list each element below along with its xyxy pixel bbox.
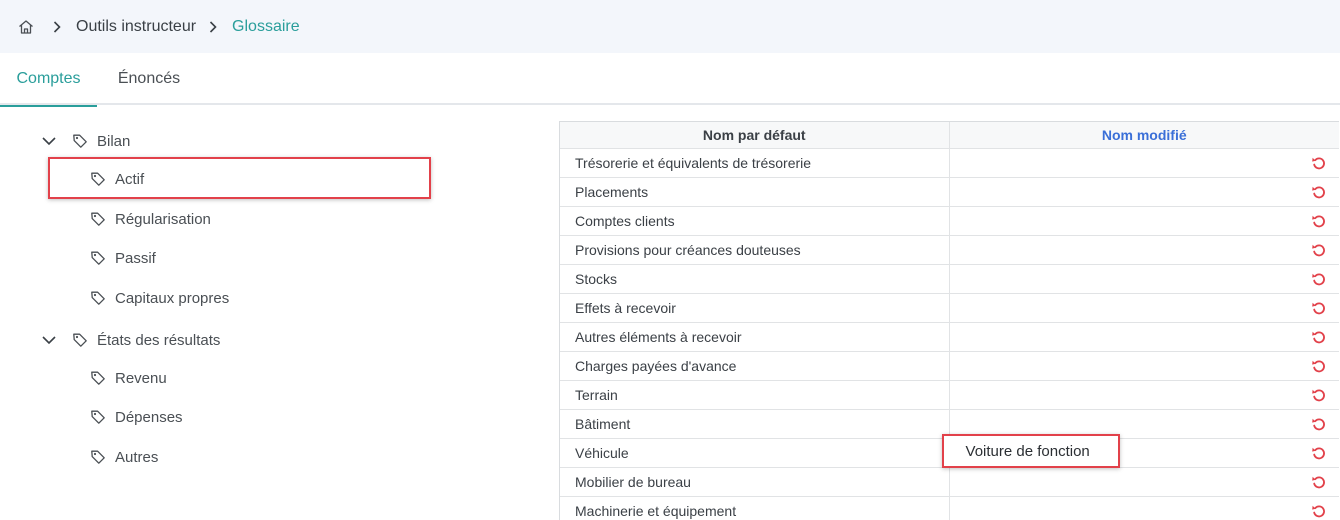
tab-bar: Comptes Énoncés bbox=[0, 53, 1340, 107]
modified-name-input[interactable]: Voiture de fonction bbox=[941, 434, 1120, 468]
undo-icon[interactable] bbox=[1311, 503, 1327, 519]
undo-icon[interactable] bbox=[1311, 213, 1327, 229]
modified-name-cell[interactable]: Voiture de fonction bbox=[941, 434, 1339, 468]
modified-name-cell[interactable] bbox=[950, 468, 1339, 496]
tag-icon bbox=[72, 133, 89, 150]
tree-group-label: États des résultats bbox=[97, 331, 221, 349]
undo-icon[interactable] bbox=[1311, 358, 1327, 374]
undo-icon[interactable] bbox=[1311, 329, 1327, 345]
modified-name-cell[interactable] bbox=[950, 323, 1339, 351]
undo-icon[interactable] bbox=[1311, 271, 1327, 287]
default-name-cell: Véhicule bbox=[560, 439, 950, 467]
modified-name-cell[interactable] bbox=[950, 149, 1339, 177]
tag-icon bbox=[90, 250, 107, 267]
tree-item-label: Dépenses bbox=[115, 408, 183, 426]
tree-item-label: Capitaux propres bbox=[115, 289, 230, 307]
tree-item[interactable]: Régularisation bbox=[90, 207, 211, 231]
table-row: Véhicule Voiture de fonction bbox=[560, 434, 1339, 468]
column-header-modified: Nom modifié bbox=[1101, 127, 1187, 143]
table-row: Machinerie et équipement bbox=[560, 497, 1339, 520]
table-row: Comptes clients bbox=[560, 207, 1339, 236]
column-header-default: Nom par défaut bbox=[560, 122, 950, 148]
table-row: Terrain bbox=[560, 381, 1339, 410]
default-name-cell: Stocks bbox=[560, 265, 950, 293]
table-header: Nom par défaut Nom modifié bbox=[560, 122, 1339, 149]
undo-icon[interactable] bbox=[1311, 474, 1327, 490]
chevron-down-icon[interactable] bbox=[40, 331, 58, 349]
tree-group[interactable]: Bilan bbox=[40, 129, 130, 153]
tree-group[interactable]: États des résultats bbox=[40, 328, 220, 352]
breadcrumb-glossaire[interactable]: Glossaire bbox=[232, 18, 300, 36]
modified-name-cell[interactable] bbox=[950, 352, 1339, 380]
tree-item-label: Régularisation bbox=[115, 210, 211, 228]
tree-item[interactable]: Revenu bbox=[90, 366, 167, 390]
undo-icon[interactable] bbox=[1311, 416, 1327, 432]
tag-icon bbox=[90, 171, 107, 188]
tree-item-label: Actif bbox=[115, 170, 145, 188]
modified-name-cell[interactable] bbox=[950, 178, 1339, 206]
undo-icon[interactable] bbox=[1311, 184, 1327, 200]
default-name-cell: Autres éléments à recevoir bbox=[560, 323, 950, 351]
undo-icon[interactable] bbox=[1311, 445, 1327, 461]
table-row: Autres éléments à recevoir bbox=[560, 323, 1339, 352]
tag-icon bbox=[72, 332, 89, 349]
default-name-cell: Mobilier de bureau bbox=[560, 468, 950, 496]
tree-item[interactable]: Actif bbox=[90, 167, 144, 191]
tag-icon bbox=[90, 449, 107, 466]
tree-item-label: Passif bbox=[115, 249, 156, 267]
tag-icon bbox=[90, 211, 107, 228]
tree-item[interactable]: Passif bbox=[90, 246, 156, 270]
default-name-cell: Comptes clients bbox=[560, 207, 950, 235]
default-name-cell: Machinerie et équipement bbox=[560, 497, 950, 520]
tab-enonces[interactable]: Énoncés bbox=[97, 53, 201, 105]
modified-name-cell[interactable] bbox=[950, 381, 1339, 409]
tab-comptes[interactable]: Comptes bbox=[0, 53, 97, 107]
table-row: Provisions pour créances douteuses bbox=[560, 236, 1339, 265]
default-name-cell: Bâtiment bbox=[560, 410, 950, 438]
tree-item-label: Autres bbox=[115, 448, 159, 466]
default-name-cell: Terrain bbox=[560, 381, 950, 409]
default-name-cell: Trésorerie et équivalents de trésorerie bbox=[560, 149, 950, 177]
undo-icon[interactable] bbox=[1311, 155, 1327, 171]
modified-name-cell[interactable] bbox=[950, 497, 1339, 520]
default-name-cell: Effets à recevoir bbox=[560, 294, 950, 322]
default-name-cell: Placements bbox=[560, 178, 950, 206]
table-row: Trésorerie et équivalents de trésorerie bbox=[560, 149, 1339, 178]
modified-name-cell[interactable] bbox=[950, 265, 1339, 293]
tag-icon bbox=[90, 409, 107, 426]
chevron-down-icon[interactable] bbox=[40, 132, 58, 150]
table-row: Charges payées d'avance bbox=[560, 352, 1339, 381]
modified-name-cell[interactable] bbox=[950, 236, 1339, 264]
default-name-cell: Charges payées d'avance bbox=[560, 352, 950, 380]
glossary-table: Nom par défaut Nom modifié Trésorerie et… bbox=[559, 121, 1339, 520]
tag-icon bbox=[90, 370, 107, 387]
home-icon[interactable] bbox=[16, 17, 36, 37]
tag-icon bbox=[90, 290, 107, 307]
chevron-right-icon bbox=[206, 19, 222, 35]
modified-name-cell[interactable] bbox=[950, 207, 1339, 235]
chevron-right-icon bbox=[50, 19, 66, 35]
tree-group-label: Bilan bbox=[97, 132, 131, 150]
table-row: Mobilier de bureau bbox=[560, 468, 1339, 497]
table-row: Stocks bbox=[560, 265, 1339, 294]
breadcrumb: Outils instructeur Glossaire bbox=[0, 0, 1340, 53]
undo-icon[interactable] bbox=[1311, 387, 1327, 403]
default-name-cell: Provisions pour créances douteuses bbox=[560, 236, 950, 264]
table-row: Placements bbox=[560, 178, 1339, 207]
tree-item[interactable]: Autres bbox=[90, 445, 158, 469]
undo-icon[interactable] bbox=[1311, 300, 1327, 316]
breadcrumb-outils-instructeur[interactable]: Outils instructeur bbox=[76, 18, 196, 36]
undo-icon[interactable] bbox=[1311, 242, 1327, 258]
tree-item[interactable]: Capitaux propres bbox=[90, 286, 229, 310]
modified-name-cell[interactable] bbox=[950, 294, 1339, 322]
table-row: Effets à recevoir bbox=[560, 294, 1339, 323]
tree-item-label: Revenu bbox=[115, 369, 167, 387]
tree-item[interactable]: Dépenses bbox=[90, 405, 183, 429]
